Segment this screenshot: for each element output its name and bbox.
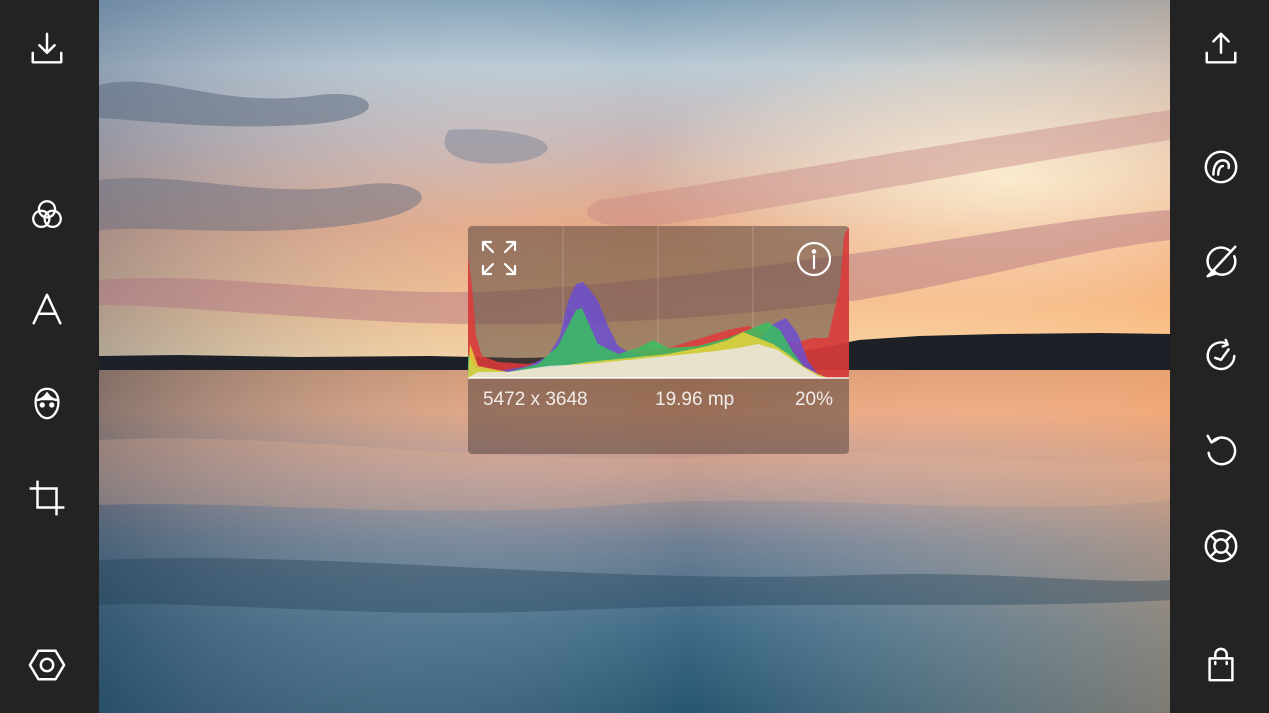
histogram-graph xyxy=(468,226,849,379)
download-icon xyxy=(31,32,63,64)
shop-button[interactable] xyxy=(1199,643,1243,687)
looks-swirl-icon xyxy=(1204,150,1238,184)
image-megapixels: 19.96 mp xyxy=(655,389,735,410)
left-toolbar xyxy=(0,0,99,713)
histogram-info-button[interactable] xyxy=(796,241,832,277)
brush-button[interactable] xyxy=(1199,239,1243,283)
face-button[interactable] xyxy=(25,382,69,426)
hexagon-settings-icon xyxy=(28,649,66,681)
looks-button[interactable] xyxy=(1199,145,1243,189)
histogram-panel: 5472 x 3648 19.96 mp 20% xyxy=(468,226,849,454)
undo-button[interactable] xyxy=(1199,429,1243,473)
history-button[interactable] xyxy=(1199,334,1243,378)
image-resolution: 5472 x 3648 xyxy=(483,389,588,410)
histogram-stats: 5472 x 3648 19.96 mp 20% xyxy=(468,386,849,416)
share-icon xyxy=(1205,32,1237,64)
settings-button[interactable] xyxy=(25,643,69,687)
text-icon xyxy=(32,293,62,325)
zoom-level: 20% xyxy=(794,389,833,410)
shopping-bag-icon xyxy=(1208,647,1234,682)
history-icon xyxy=(1206,338,1236,371)
undo-icon xyxy=(1206,434,1237,466)
text-button[interactable] xyxy=(25,287,69,331)
right-toolbar xyxy=(1170,0,1269,713)
brush-eraser-icon xyxy=(1206,245,1237,278)
help-button[interactable] xyxy=(1199,524,1243,568)
crop-button[interactable] xyxy=(25,476,69,520)
crop-icon xyxy=(29,480,65,516)
expand-icon xyxy=(481,240,517,276)
filters-icon xyxy=(32,200,62,229)
share-button[interactable] xyxy=(1199,27,1243,71)
lifebuoy-icon xyxy=(1204,529,1238,563)
expand-histogram-button[interactable] xyxy=(480,239,518,277)
download-button[interactable] xyxy=(25,27,69,71)
filters-button[interactable] xyxy=(25,193,69,237)
info-icon xyxy=(796,241,832,277)
face-icon xyxy=(34,387,60,420)
